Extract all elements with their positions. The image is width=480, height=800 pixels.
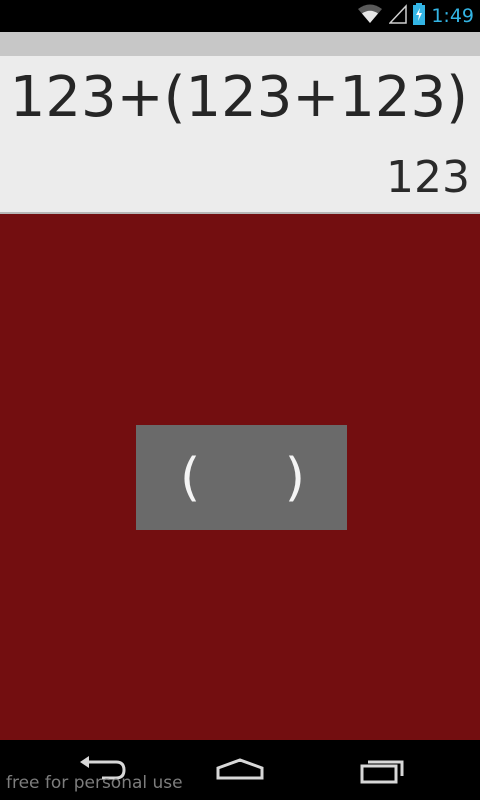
calculator-screen: 1:49 123+(123+123) 123 ( ) free for pers…	[0, 0, 480, 800]
result-text: 123	[386, 152, 470, 203]
recent-apps-button[interactable]	[352, 752, 412, 788]
expression-text[interactable]: 123+(123+123)	[10, 70, 468, 126]
parentheses-popup: ( )	[136, 425, 347, 530]
keypad-panel: ( )	[0, 214, 480, 740]
status-time: 1:49	[431, 5, 474, 27]
watermark-text: free for personal use	[6, 773, 183, 793]
recent-apps-icon	[352, 760, 412, 792]
home-icon	[210, 758, 270, 792]
open-paren-button[interactable]: (	[180, 452, 200, 504]
top-strip	[0, 32, 480, 57]
home-button[interactable]	[210, 752, 270, 788]
calculator-display: 123+(123+123) 123	[0, 56, 480, 214]
status-bar: 1:49	[0, 0, 480, 32]
signal-icon	[388, 4, 408, 28]
wifi-icon	[357, 4, 383, 28]
battery-charging-icon	[413, 3, 426, 29]
status-icons: 1:49	[357, 0, 474, 32]
close-paren-button[interactable]: )	[285, 452, 305, 504]
